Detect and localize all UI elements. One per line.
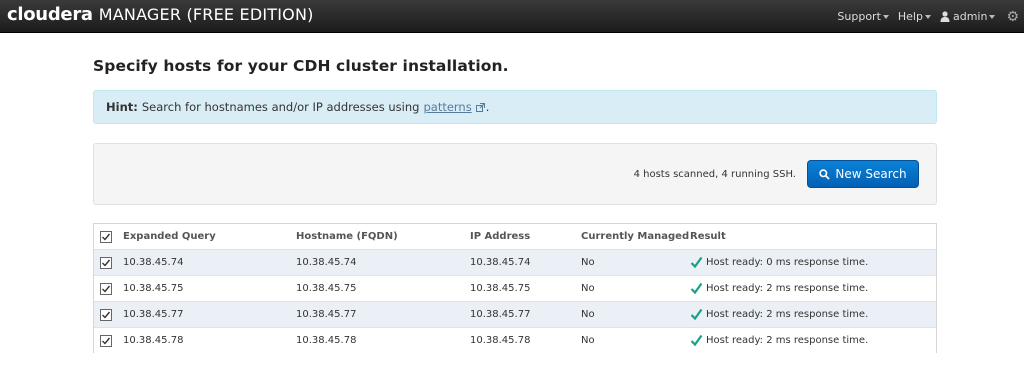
logo-text: cloudera — [7, 4, 93, 25]
table-row[interactable]: 10.38.45.75 10.38.45.75 10.38.45.75 No H… — [94, 276, 936, 302]
hosts-table: Expanded Query Hostname (FQDN) IP Addres… — [93, 223, 937, 354]
scan-status: 4 hosts scanned, 4 running SSH. — [633, 169, 796, 180]
checkmark-icon — [102, 311, 111, 319]
external-link-icon[interactable] — [475, 102, 485, 112]
user-menu[interactable]: admin — [940, 10, 996, 23]
header-expanded-query[interactable]: Expanded Query — [123, 224, 216, 249]
check-icon — [690, 334, 703, 347]
page-title: Specify hosts for your CDH cluster insta… — [93, 57, 509, 75]
result-text: Host ready: 2 ms response time. — [706, 335, 869, 346]
checkmark-icon — [102, 337, 111, 345]
cell-expanded-query: 10.38.45.74 — [123, 257, 184, 268]
hint-label: Hint: — [106, 100, 138, 114]
check-icon — [690, 282, 703, 295]
cell-hostname: 10.38.45.74 — [296, 257, 357, 268]
patterns-link[interactable]: patterns — [423, 100, 471, 114]
checkmark-icon — [102, 259, 111, 267]
result-text: Host ready: 2 ms response time. — [706, 309, 869, 320]
cell-currently-managed: No — [581, 309, 595, 320]
help-label: Help — [897, 10, 923, 23]
chevron-down-icon — [924, 15, 931, 19]
help-menu[interactable]: Help — [898, 10, 931, 23]
cell-expanded-query: 10.38.45.77 — [123, 309, 184, 320]
cell-result: Host ready: 2 ms response time. — [690, 328, 868, 353]
row-checkbox[interactable] — [100, 257, 112, 269]
row-checkbox[interactable] — [100, 309, 112, 321]
user-icon — [940, 11, 950, 22]
header-result[interactable]: Result — [690, 224, 726, 249]
header-ip-address[interactable]: IP Address — [470, 224, 530, 249]
select-all-checkbox[interactable] — [100, 231, 112, 243]
table-header: Expanded Query Hostname (FQDN) IP Addres… — [94, 224, 936, 250]
top-navbar: cloudera MANAGER (FREE EDITION) Support … — [0, 0, 1024, 33]
cell-ip-address: 10.38.45.77 — [470, 309, 531, 320]
cell-ip-address: 10.38.45.74 — [470, 257, 531, 268]
gear-icon[interactable]: ⚙ — [1006, 9, 1019, 25]
table-row[interactable]: 10.38.45.78 10.38.45.78 10.38.45.78 No H… — [94, 328, 936, 354]
product-name: MANAGER (FREE EDITION) — [98, 5, 314, 24]
hint-text: Search for hostnames and/or IP addresses… — [141, 100, 420, 114]
header-currently-managed[interactable]: Currently Managed — [581, 224, 689, 249]
row-checkbox[interactable] — [100, 283, 112, 295]
cell-hostname: 10.38.45.77 — [296, 309, 357, 320]
support-menu[interactable]: Support — [837, 10, 889, 23]
table-row[interactable]: 10.38.45.77 10.38.45.77 10.38.45.77 No H… — [94, 302, 936, 328]
new-search-button[interactable]: New Search — [807, 160, 919, 188]
cell-result: Host ready: 2 ms response time. — [690, 276, 868, 301]
cell-currently-managed: No — [581, 335, 595, 346]
row-checkbox[interactable] — [100, 335, 112, 347]
checkmark-icon — [102, 285, 111, 293]
result-text: Host ready: 2 ms response time. — [706, 283, 869, 294]
chevron-down-icon — [989, 15, 996, 19]
chevron-down-icon — [882, 15, 889, 19]
result-text: Host ready: 0 ms response time. — [706, 257, 869, 268]
user-label: admin — [952, 10, 988, 23]
check-icon — [690, 256, 703, 269]
table-row[interactable]: 10.38.45.74 10.38.45.74 10.38.45.74 No H… — [94, 250, 936, 276]
cell-ip-address: 10.38.45.75 — [470, 283, 531, 294]
search-panel: 4 hosts scanned, 4 running SSH. New Sear… — [93, 143, 937, 205]
header-hostname[interactable]: Hostname (FQDN) — [296, 224, 398, 249]
hint-suffix: . — [485, 100, 490, 114]
cell-currently-managed: No — [581, 283, 595, 294]
search-icon — [819, 168, 831, 180]
brand-logo[interactable]: cloudera MANAGER (FREE EDITION) — [7, 4, 314, 28]
cell-expanded-query: 10.38.45.75 — [123, 283, 184, 294]
cell-expanded-query: 10.38.45.78 — [123, 335, 184, 346]
new-search-label: New Search — [835, 167, 907, 181]
check-icon — [690, 308, 703, 321]
cell-hostname: 10.38.45.75 — [296, 283, 357, 294]
cell-ip-address: 10.38.45.78 — [470, 335, 531, 346]
cell-currently-managed: No — [581, 257, 595, 268]
support-label: Support — [837, 10, 881, 23]
hint-alert: Hint: Search for hostnames and/or IP add… — [93, 90, 937, 124]
cell-result: Host ready: 0 ms response time. — [690, 250, 868, 275]
cell-hostname: 10.38.45.78 — [296, 335, 357, 346]
cell-result: Host ready: 2 ms response time. — [690, 302, 868, 327]
checkmark-icon — [102, 233, 111, 241]
